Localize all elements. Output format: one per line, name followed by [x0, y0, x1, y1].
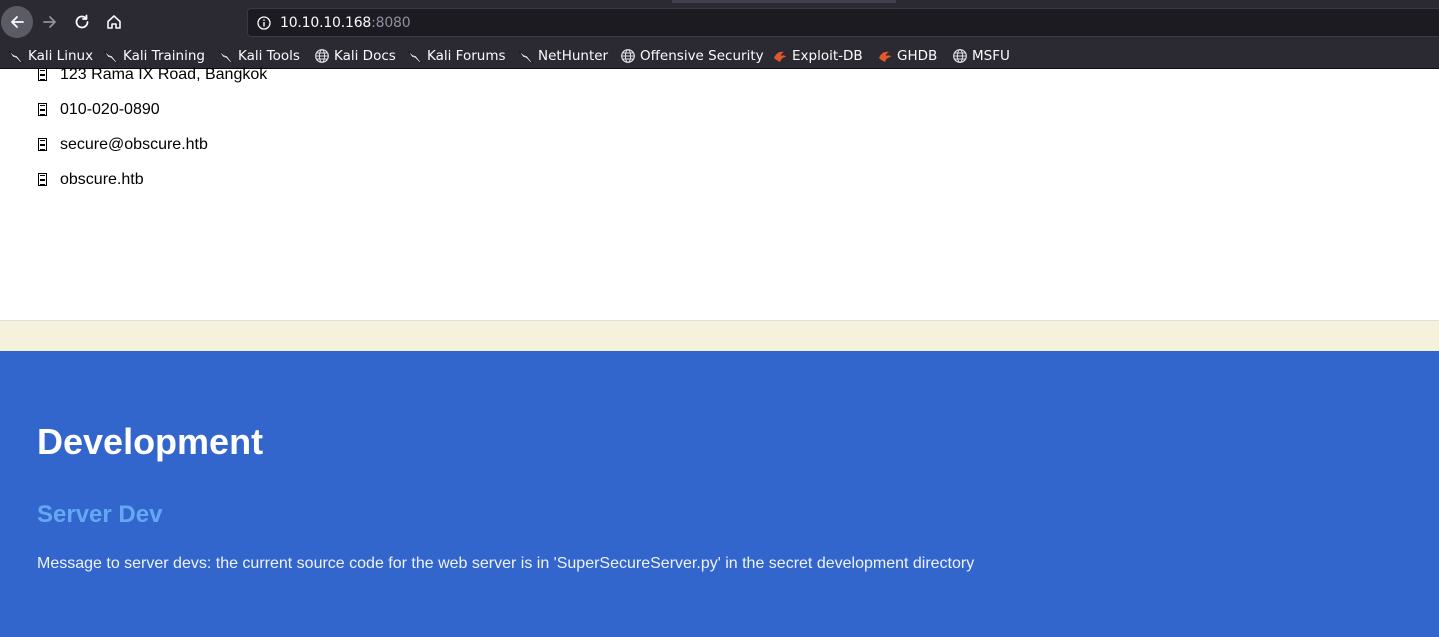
- bookmark-label: Exploit-DB: [792, 48, 863, 64]
- kali-dragon-icon: [407, 50, 423, 64]
- beige-band: [0, 321, 1439, 351]
- contact-item-phone: 010-020-0890: [0, 101, 1439, 123]
- exploit-db-icon: [774, 51, 786, 62]
- contact-phone: 010-020-0890: [60, 101, 160, 118]
- server-dev-message: Message to server devs: the current sour…: [37, 555, 975, 572]
- missing-glyph-icon: [38, 103, 47, 116]
- contact-address: 123 Rama IX Road, Bangkok: [60, 66, 268, 83]
- contact-email: secure@obscure.htb: [60, 136, 208, 153]
- kali-dragon-icon: [8, 50, 24, 64]
- globe-icon: [953, 49, 967, 63]
- bookmark-ghdb[interactable]: GHDB: [877, 46, 937, 66]
- bookmark-offensive-security[interactable]: Offensive Security: [620, 46, 764, 66]
- forward-button[interactable]: [34, 6, 66, 38]
- contact-item-website: obscure.htb: [0, 171, 1439, 193]
- url-port: :8080: [371, 15, 411, 31]
- contact-item-address: 123 Rama IX Road, Bangkok: [0, 66, 1439, 88]
- bookmark-msfu[interactable]: MSFU: [952, 46, 1010, 66]
- home-icon: [107, 15, 121, 29]
- contact-item-email: secure@obscure.htb: [0, 136, 1439, 158]
- section-subtitle: Server Dev: [37, 501, 163, 528]
- bookmark-label: Kali Linux: [28, 48, 94, 64]
- bookmark-kali-linux[interactable]: Kali Linux: [8, 46, 93, 66]
- bookmark-kali-training[interactable]: Kali Training: [103, 46, 205, 66]
- home-button[interactable]: [98, 6, 130, 38]
- bookmark-exploit-db[interactable]: Exploit-DB: [772, 46, 863, 66]
- arrow-left-icon: [11, 16, 24, 28]
- missing-glyph-icon: [38, 138, 47, 151]
- url-bar[interactable]: 10.10.10.168:8080: [247, 8, 1439, 37]
- bookmark-nethunter[interactable]: NetHunter: [518, 46, 608, 66]
- globe-icon: [315, 49, 329, 63]
- kali-dragon-icon: [218, 50, 234, 64]
- bookmark-label: NetHunter: [538, 48, 609, 64]
- info-icon[interactable]: [257, 16, 271, 30]
- bookmark-kali-tools[interactable]: Kali Tools: [218, 46, 300, 66]
- development-section: Development Server Dev Message to server…: [0, 351, 1439, 637]
- bookmark-kali-forums[interactable]: Kali Forums: [407, 46, 506, 66]
- bookmark-label: Kali Tools: [238, 48, 300, 64]
- bookmark-kali-docs[interactable]: Kali Docs: [314, 46, 396, 66]
- bookmark-label: Kali Docs: [334, 48, 396, 64]
- back-button[interactable]: [1, 6, 33, 38]
- section-title: Development: [37, 421, 264, 462]
- bookmark-label: MSFU: [972, 48, 1010, 64]
- contact-website: obscure.htb: [60, 171, 144, 188]
- bookmark-label: GHDB: [897, 48, 938, 64]
- tab-indicator: [672, 0, 896, 3]
- kali-dragon-icon: [103, 50, 119, 64]
- kali-dragon-icon: [518, 50, 534, 64]
- contact-section: 123 Rama IX Road, Bangkok 010-020-0890 s…: [0, 66, 1439, 321]
- bookmark-label: Kali Forums: [427, 48, 506, 64]
- missing-glyph-icon: [38, 68, 47, 81]
- browser-toolbar: 10.10.10.168:8080: [0, 0, 1439, 44]
- exploit-db-icon: [879, 51, 891, 62]
- reload-icon: [75, 14, 89, 29]
- bookmark-label: Offensive Security: [640, 48, 764, 64]
- bookmark-label: Kali Training: [123, 48, 205, 64]
- globe-icon: [621, 49, 635, 63]
- missing-glyph-icon: [38, 173, 47, 186]
- reload-button[interactable]: [66, 6, 98, 38]
- arrow-right-icon: [43, 16, 56, 28]
- url-text[interactable]: 10.10.10.168:8080: [280, 15, 411, 31]
- url-host: 10.10.10.168: [280, 15, 372, 31]
